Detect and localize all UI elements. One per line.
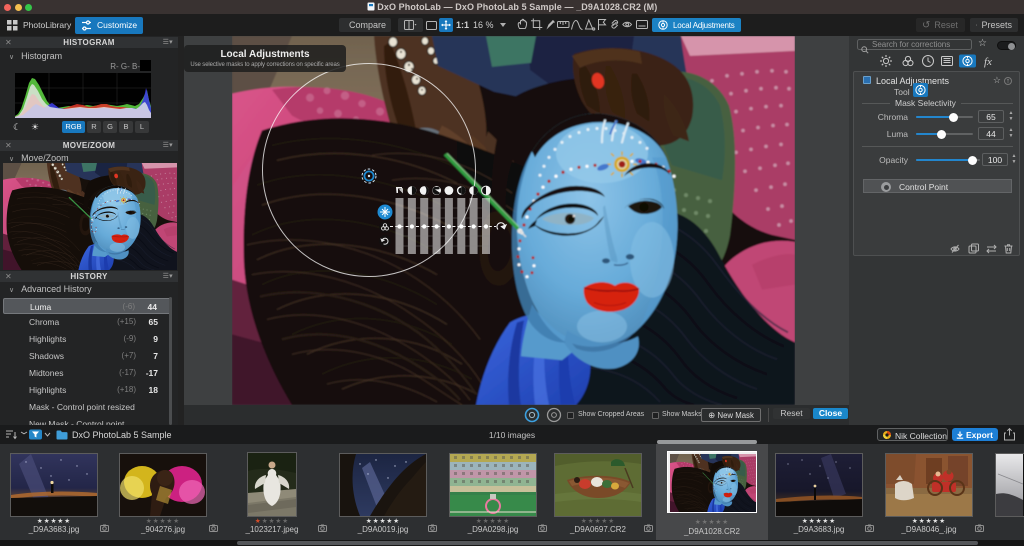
svg-text:fx: fx bbox=[984, 56, 992, 68]
